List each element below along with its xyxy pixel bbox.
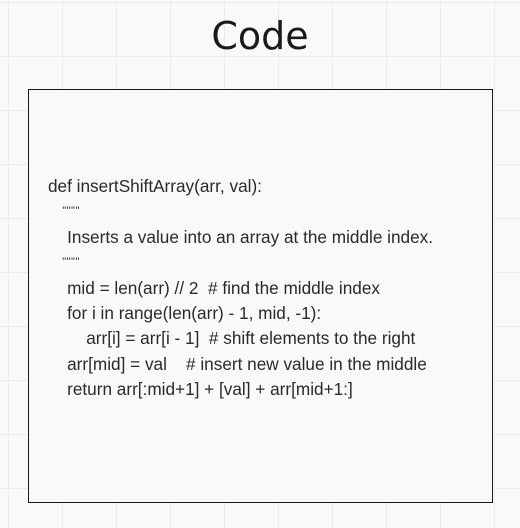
code-block: def insertShiftArray(arr, val): """" Ins… xyxy=(48,174,478,403)
code-line: mid = len(arr) // 2 # find the middle in… xyxy=(48,277,380,298)
code-line: """" xyxy=(48,256,80,269)
code-line: arr[mid] = val # insert new value in the… xyxy=(48,353,427,374)
code-line: Inserts a value into an array at the mid… xyxy=(48,226,434,247)
code-line: return arr[:mid+1] + [val] + arr[mid+1:] xyxy=(48,379,353,400)
code-line: def insertShiftArray(arr, val): xyxy=(48,176,262,196)
code-line: for i in range(len(arr) - 1, mid, -1): xyxy=(48,303,322,324)
diagram-title: Code xyxy=(211,14,309,58)
code-line: arr[i] = arr[i - 1] # shift elements to … xyxy=(48,328,416,349)
code-line: """" xyxy=(48,205,80,218)
code-box: def insertShiftArray(arr, val): """" Ins… xyxy=(28,89,493,503)
